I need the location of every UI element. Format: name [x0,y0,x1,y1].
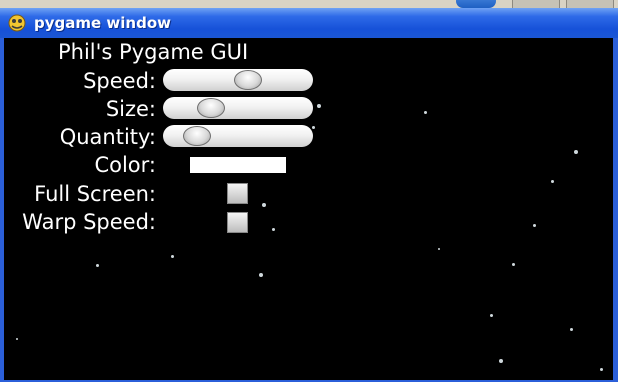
star [490,314,493,317]
star [16,338,18,340]
star [512,263,515,266]
fullscreen-label: Full Screen: [34,182,156,206]
star [533,224,536,227]
star [438,248,440,250]
quantity-slider-handle[interactable] [182,126,211,146]
window-title: pygame window [34,14,171,32]
color-label: Color: [94,153,156,177]
taskbar-button [512,0,560,8]
size-slider-handle[interactable] [197,98,226,118]
star [312,126,315,129]
quantity-slider[interactable] [163,125,313,147]
background-menu-strip [0,0,618,8]
size-label: Size: [105,97,156,121]
color-swatch[interactable] [190,157,286,173]
star [171,255,174,258]
pygame-snake-icon [8,14,26,32]
size-slider[interactable] [163,97,313,119]
star [574,150,578,154]
taskbar-orb-icon [456,0,496,8]
star [424,111,427,114]
speed-slider-handle[interactable] [233,70,262,90]
star [259,273,263,277]
star [317,104,321,108]
fullscreen-checkbox[interactable] [227,183,248,204]
speed-slider[interactable] [163,69,313,91]
star [272,228,275,231]
taskbar-button [566,0,614,8]
pygame-canvas[interactable]: Phil's Pygame GUI Speed: Size: Quantity:… [4,38,613,380]
star [262,203,266,207]
window-frame-right [613,38,618,382]
star [570,328,573,331]
gui-heading: Phil's Pygame GUI [58,40,249,64]
star [551,180,554,183]
speed-label: Speed: [83,69,156,93]
window-titlebar[interactable]: pygame window [0,8,618,38]
star [600,368,603,371]
star [96,264,99,267]
warp-speed-label: Warp Speed: [22,210,156,234]
warp-speed-checkbox[interactable] [227,212,248,233]
quantity-label: Quantity: [59,125,156,149]
star [499,359,503,363]
